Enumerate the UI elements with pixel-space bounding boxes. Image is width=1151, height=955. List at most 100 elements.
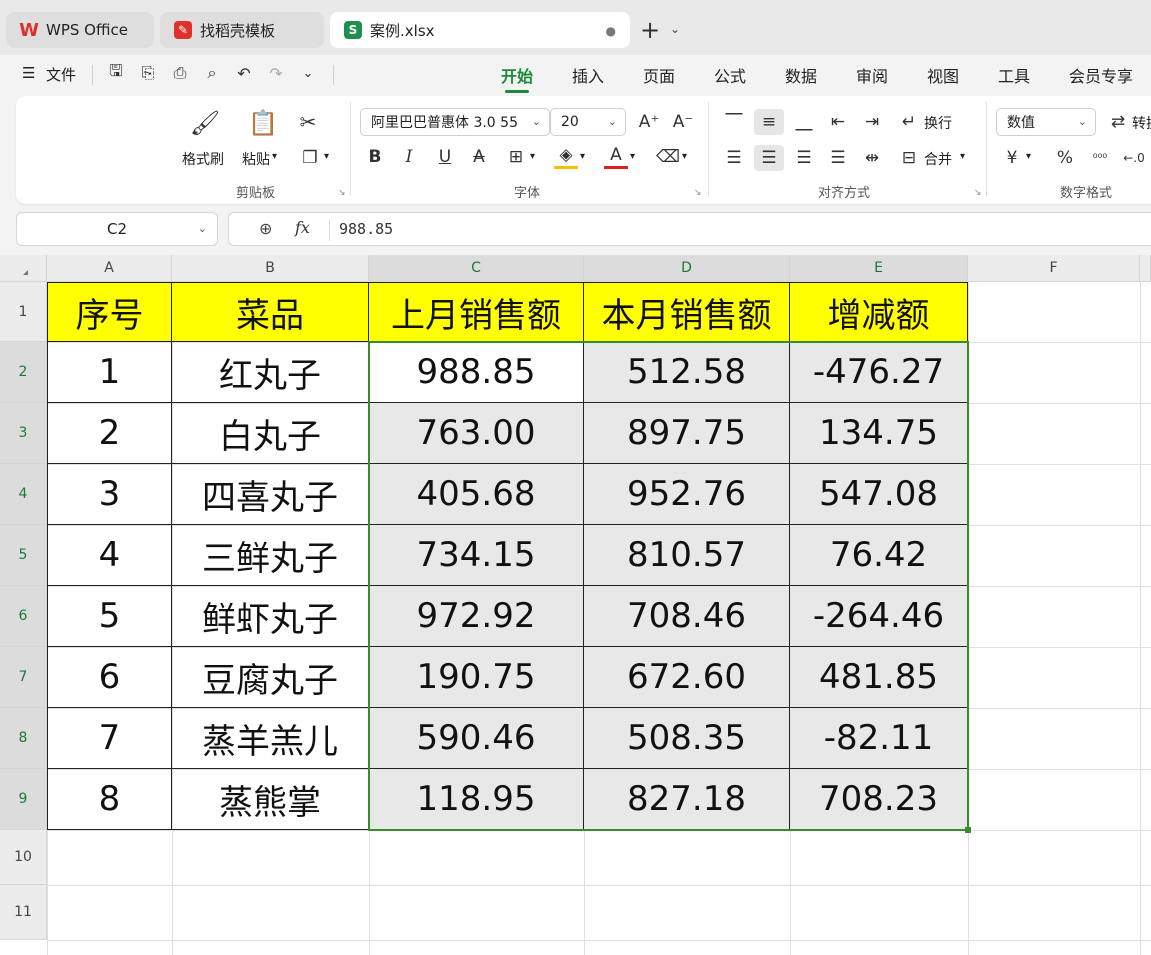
column-header-e[interactable]: E xyxy=(790,255,968,282)
wrap-text-button[interactable]: 换行 xyxy=(924,113,952,133)
column-header-f[interactable]: F xyxy=(968,255,1140,282)
align-center-icon[interactable]: ☰ xyxy=(754,145,784,171)
table-cell[interactable]: 547.08 xyxy=(790,464,968,525)
table-cell[interactable]: 827.18 xyxy=(584,769,790,830)
table-cell[interactable]: 白丸子 xyxy=(172,403,369,464)
zoom-search-icon[interactable]: ⊕ xyxy=(259,219,272,238)
table-cell[interactable]: -264.46 xyxy=(790,586,968,647)
align-bottom-icon[interactable]: ⎽ xyxy=(790,109,818,135)
formula-input-area[interactable]: ⊕ fx 988.85 xyxy=(228,212,1151,246)
row-header-3[interactable]: 3 xyxy=(0,403,47,464)
header-cell[interactable]: 菜品 xyxy=(172,282,369,342)
table-cell[interactable]: 4 xyxy=(47,525,172,586)
table-cell[interactable]: 6 xyxy=(47,647,172,708)
table-cell[interactable]: 672.60 xyxy=(584,647,790,708)
border-icon[interactable]: ⊞ xyxy=(504,145,528,169)
tab-wps-office[interactable]: W WPS Office xyxy=(6,12,154,48)
underline-icon[interactable]: U xyxy=(434,145,456,169)
table-cell[interactable]: 481.85 xyxy=(790,647,968,708)
table-cell[interactable]: 8 xyxy=(47,769,172,830)
insert-function-icon[interactable]: fx xyxy=(295,218,310,237)
header-cell[interactable]: 本月销售额 xyxy=(584,282,790,342)
table-cell[interactable]: 590.46 xyxy=(369,708,584,769)
table-cell[interactable]: 508.35 xyxy=(584,708,790,769)
tab-docer-templates[interactable]: ✎ 找稻壳模板 xyxy=(160,12,324,48)
chevron-down-icon[interactable]: ▾ xyxy=(1026,151,1031,162)
chevron-down-icon[interactable]: ⌄ xyxy=(198,222,207,235)
currency-icon[interactable]: ¥ xyxy=(1002,145,1022,171)
thousands-separator-icon[interactable]: ⁰⁰⁰ xyxy=(1088,145,1112,171)
column-header-a[interactable]: A xyxy=(47,255,172,282)
ribbon-tab-member[interactable]: 会员专享 xyxy=(1069,63,1133,87)
paste-button[interactable]: 粘贴 xyxy=(242,149,270,169)
row-header-2[interactable]: 2 xyxy=(0,342,47,403)
increase-font-icon[interactable]: A⁺ xyxy=(636,109,662,135)
convert-icon[interactable]: ⇄ xyxy=(1106,109,1130,135)
row-header-7[interactable]: 7 xyxy=(0,647,47,708)
redo-icon[interactable]: ↷ xyxy=(266,63,286,83)
chevron-down-icon[interactable]: ⌄ xyxy=(670,22,680,36)
fill-color-icon[interactable]: ◈ xyxy=(554,143,578,169)
table-cell[interactable]: 810.57 xyxy=(584,525,790,586)
chevron-down-icon[interactable]: ▾ xyxy=(960,151,965,162)
export-icon[interactable]: ⎘ xyxy=(138,63,158,83)
fill-handle[interactable] xyxy=(965,827,971,833)
table-cell[interactable]: 3 xyxy=(47,464,172,525)
table-cell[interactable]: 972.92 xyxy=(369,586,584,647)
table-cell[interactable]: 134.75 xyxy=(790,403,968,464)
strikethrough-icon[interactable]: A xyxy=(468,145,490,169)
copy-icon[interactable]: ❐ xyxy=(298,146,322,170)
ribbon-tab-formula[interactable]: 公式 xyxy=(714,63,746,87)
column-header-c[interactable]: C xyxy=(369,255,584,282)
chevron-down-icon[interactable]: ▾ xyxy=(682,151,687,162)
row-header-6[interactable]: 6 xyxy=(0,586,47,647)
format-painter-icon[interactable]: 🖌 xyxy=(190,108,220,138)
font-name-select[interactable]: 阿里巴巴普惠体 3.0 55 ⌄ xyxy=(360,108,550,136)
dialog-launcher-icon[interactable]: ↘ xyxy=(694,188,702,198)
clear-format-icon[interactable]: ⌫ xyxy=(656,145,680,169)
chevron-down-icon[interactable]: ▾ xyxy=(630,151,635,162)
column-header-b[interactable]: B xyxy=(172,255,369,282)
increase-decimal-icon[interactable]: ←.0 xyxy=(1122,145,1146,171)
table-cell[interactable]: 190.75 xyxy=(369,647,584,708)
table-cell[interactable]: 蒸羊羔儿 xyxy=(172,708,369,769)
table-cell[interactable]: 鲜虾丸子 xyxy=(172,586,369,647)
font-size-select[interactable]: 20 ⌄ xyxy=(550,108,626,136)
cut-icon[interactable]: ✂ xyxy=(296,110,320,134)
tab-case-xlsx[interactable]: S 案例.xlsx ● xyxy=(330,12,630,48)
italic-icon[interactable]: I xyxy=(398,145,420,169)
align-top-icon[interactable]: ⎺ xyxy=(720,109,748,135)
ribbon-tab-page[interactable]: 页面 xyxy=(643,63,675,87)
table-cell[interactable]: -82.11 xyxy=(790,708,968,769)
table-cell[interactable]: 763.00 xyxy=(369,403,584,464)
merge-cells-icon[interactable]: ⊟ xyxy=(898,145,920,171)
ribbon-tab-data[interactable]: 数据 xyxy=(785,63,817,87)
table-cell[interactable]: 5 xyxy=(47,586,172,647)
table-cell[interactable]: 蒸熊掌 xyxy=(172,769,369,830)
align-right-icon[interactable]: ☰ xyxy=(790,145,818,171)
ribbon-tab-insert[interactable]: 插入 xyxy=(572,63,604,87)
chevron-down-icon[interactable]: ▾ xyxy=(530,151,535,162)
decrease-indent-icon[interactable]: ⇤ xyxy=(824,109,852,135)
row-header-9[interactable]: 9 xyxy=(0,769,47,830)
file-menu[interactable]: 文件 xyxy=(46,64,76,85)
table-cell[interactable]: 405.68 xyxy=(369,464,584,525)
name-box[interactable]: C2 ⌄ xyxy=(16,212,218,246)
print-icon[interactable]: ⎙ xyxy=(170,63,190,83)
row-header-4[interactable]: 4 xyxy=(0,464,47,525)
table-cell[interactable]: 708.23 xyxy=(790,769,968,830)
merge-cells-button[interactable]: 合并 xyxy=(924,149,952,169)
header-cell[interactable]: 上月销售额 xyxy=(369,282,584,342)
table-cell[interactable]: 118.95 xyxy=(369,769,584,830)
distributed-icon[interactable]: ⇹ xyxy=(858,145,886,171)
table-cell[interactable]: 2 xyxy=(47,403,172,464)
table-cell[interactable]: 512.58 xyxy=(584,342,790,403)
print-preview-icon[interactable]: ⌕ xyxy=(202,63,222,83)
ribbon-tab-tools[interactable]: 工具 xyxy=(998,63,1030,87)
row-header-1[interactable]: 1 xyxy=(0,282,47,342)
header-cell[interactable]: 增减额 xyxy=(790,282,968,342)
row-header-11[interactable]: 11 xyxy=(0,885,47,940)
header-cell[interactable]: 序号 xyxy=(47,282,172,342)
table-cell[interactable]: 1 xyxy=(47,342,172,403)
chevron-down-icon[interactable]: ▾ xyxy=(272,151,277,162)
